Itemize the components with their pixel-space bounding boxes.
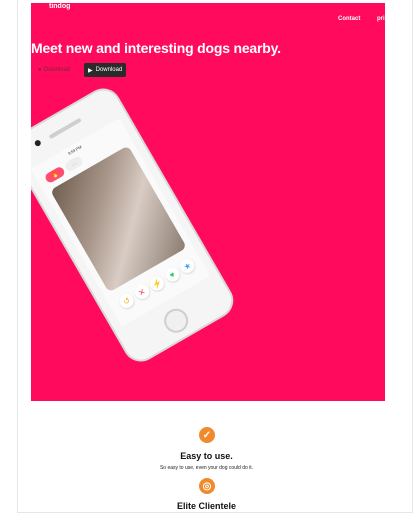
bullseye-icon: ◎ bbox=[199, 478, 215, 494]
brand-logo[interactable]: tindog bbox=[49, 3, 70, 10]
undo-icon: ↺ bbox=[116, 291, 137, 311]
download-ios-label: Download bbox=[43, 66, 71, 73]
phone-status-time: 9:59 PM bbox=[66, 144, 83, 157]
phone-speaker bbox=[48, 117, 82, 140]
feature-title-elite: Elite Clientele bbox=[176, 501, 237, 511]
download-play-button[interactable]: ▶ Download bbox=[84, 63, 126, 77]
phone-camera bbox=[33, 139, 42, 148]
phone-mockup: 9:59 PM 🔥 … ↺ ✕ ⚡ ♥ ★ bbox=[31, 81, 240, 369]
nav-contact[interactable]: Contact bbox=[338, 16, 360, 22]
download-ios-button[interactable]: ● Download bbox=[34, 63, 74, 76]
feature-title-easy: Easy to use. bbox=[180, 451, 233, 461]
nav-pricing[interactable]: pri bbox=[377, 16, 385, 22]
phone-home-button bbox=[159, 304, 193, 338]
star-icon: ★ bbox=[177, 256, 197, 276]
chat-icon: … bbox=[63, 154, 85, 173]
close-icon: ✕ bbox=[132, 282, 152, 302]
apple-icon: ● bbox=[38, 66, 42, 73]
hero-section: tindog Contact pri Meet new and interest… bbox=[31, 3, 385, 401]
heart-icon: ♥ bbox=[162, 265, 182, 285]
flame-icon: 🔥 bbox=[43, 165, 67, 185]
feature-desc-easy: So easy to use, even your dog could do i… bbox=[159, 465, 254, 471]
google-play-icon: ▶ bbox=[88, 67, 93, 74]
phone-screen: 9:59 PM 🔥 … ↺ ✕ ⚡ ♥ ★ bbox=[31, 118, 211, 327]
boost-icon: ⚡ bbox=[147, 273, 167, 293]
check-circle-icon: ✓ bbox=[199, 427, 215, 443]
hero-headline: Meet new and interesting dogs nearby. bbox=[31, 40, 281, 56]
download-play-label: Download bbox=[95, 67, 123, 73]
